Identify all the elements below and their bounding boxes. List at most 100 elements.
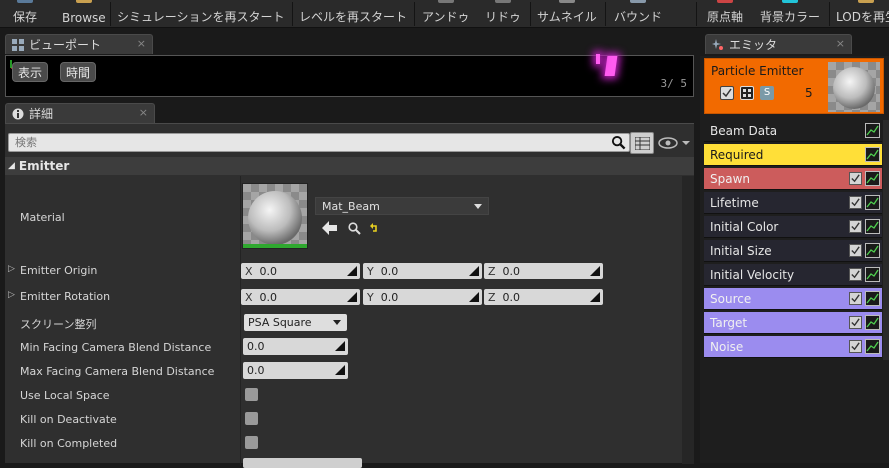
emitter-draw-mode-icon[interactable] — [740, 86, 754, 100]
module-enable-checkbox[interactable] — [849, 196, 862, 209]
resize-corner-icon — [590, 292, 600, 302]
tab-viewport-label: ビューポート — [29, 38, 102, 52]
undo-button[interactable]: アンドゥ — [422, 0, 470, 28]
kill-on-completed-label: Kill on Completed — [20, 437, 118, 450]
use-local-space-label: Use Local Space — [20, 389, 110, 402]
rotation-y-field[interactable]: Y 0.0 — [363, 289, 482, 305]
module-row[interactable]: Lifetime — [704, 192, 882, 214]
module-enable-checkbox[interactable] — [849, 244, 862, 257]
rotation-z-field[interactable]: Z 0.0 — [484, 289, 603, 305]
origin-z-field[interactable]: Z 0.0 — [484, 263, 603, 279]
kill-on-deactivate-label: Kill on Deactivate — [20, 413, 117, 426]
reset-default-icon[interactable] — [370, 223, 380, 233]
curve-editor-icon[interactable] — [865, 147, 880, 162]
curve-editor-icon[interactable] — [865, 339, 880, 354]
origin-x-field[interactable]: X 0.0 — [241, 263, 360, 279]
module-enable-checkbox[interactable] — [849, 292, 862, 305]
curve-editor-icon[interactable] — [865, 195, 880, 210]
curve-editor-icon[interactable] — [865, 243, 880, 258]
material-picker-dropdown[interactable]: Mat_Beam — [315, 197, 489, 215]
module-row[interactable]: Beam Data — [704, 120, 882, 142]
module-enable-checkbox[interactable] — [849, 340, 862, 353]
search-icon[interactable] — [611, 135, 626, 150]
curve-editor-icon[interactable] — [865, 267, 880, 282]
curve-editor-icon[interactable] — [865, 315, 880, 330]
property-matrix-button[interactable] — [630, 132, 654, 154]
next-field[interactable] — [243, 458, 362, 468]
emitter-card[interactable]: Particle Emitter S 5 — [704, 58, 884, 114]
play-lod-button[interactable]: LODを再生 — [836, 0, 889, 28]
thumbnail-button[interactable]: サムネイル — [537, 0, 597, 28]
background-color-label: 背景カラー — [760, 10, 821, 24]
scrollbar[interactable] — [883, 120, 889, 360]
module-enable-checkbox[interactable] — [849, 220, 862, 233]
eye-icon[interactable] — [658, 136, 692, 150]
module-row[interactable]: Initial Size — [704, 240, 882, 262]
module-row[interactable]: Spawn — [704, 168, 882, 190]
expand-arrow-icon[interactable]: ▷ — [8, 290, 15, 300]
max-facing-field[interactable]: 0.0 — [243, 362, 348, 379]
background-color-icon — [782, 0, 798, 3]
browse-button[interactable]: Browse — [62, 0, 106, 28]
module-label: Initial Size — [710, 243, 772, 258]
emitter-origin-text: Emitter Origin — [20, 264, 98, 277]
save-button[interactable]: 保存 — [13, 0, 37, 28]
search-input[interactable] — [9, 134, 629, 151]
origin-y-field[interactable]: Y 0.0 — [363, 263, 482, 279]
module-row[interactable]: Noise — [704, 336, 882, 358]
tab-details[interactable]: 詳細 × — [5, 103, 155, 123]
browse-search-icon[interactable] — [348, 222, 361, 235]
show-button[interactable]: 表示 — [12, 62, 49, 82]
resize-corner-icon — [347, 292, 357, 302]
column-divider[interactable] — [240, 176, 241, 466]
rotation-x-field[interactable]: X 0.0 — [241, 289, 360, 305]
kill-on-completed-checkbox[interactable] — [245, 436, 258, 449]
enable-checkbox[interactable] — [720, 86, 734, 100]
material-thumbnail[interactable] — [242, 183, 308, 249]
module-row[interactable]: Required — [704, 144, 882, 166]
module-enable-checkbox[interactable] — [849, 316, 862, 329]
lod-counter: 3/ 5 — [660, 77, 688, 90]
origin-z-value: 0.0 — [502, 264, 521, 278]
module-row[interactable]: Target — [704, 312, 882, 334]
background-color-button[interactable]: 背景カラー — [760, 0, 820, 28]
section-header-emitter[interactable]: ◢ Emitter — [5, 157, 694, 175]
module-enable-checkbox[interactable] — [849, 172, 862, 185]
emitter-origin-label[interactable]: ▷ Emitter Origin — [8, 264, 98, 277]
bounds-button[interactable]: バウンド — [614, 0, 662, 28]
use-local-space-checkbox[interactable] — [245, 388, 258, 401]
min-facing-field[interactable]: 0.0 — [243, 338, 348, 355]
module-row[interactable]: Source — [704, 288, 882, 310]
restart-sim-button[interactable]: シミュレーションを再スタート — [117, 0, 285, 28]
close-icon[interactable]: × — [836, 37, 845, 50]
solo-icon[interactable]: S — [760, 86, 774, 100]
scrollbar[interactable] — [682, 176, 694, 464]
redo-button[interactable]: リドゥ — [485, 0, 521, 28]
close-icon[interactable]: × — [139, 106, 148, 119]
restart-level-button[interactable]: レベルを再スタート — [299, 0, 407, 28]
module-enable-checkbox[interactable] — [849, 268, 862, 281]
module-row[interactable]: Initial Velocity — [704, 264, 882, 286]
expand-arrow-icon[interactable]: ▷ — [8, 264, 15, 274]
curve-editor-icon[interactable] — [865, 123, 880, 138]
curve-editor-icon[interactable] — [865, 219, 880, 234]
curve-editor-icon[interactable] — [865, 171, 880, 186]
tab-emitters[interactable]: エミッタ × — [705, 34, 852, 54]
curve-editor-icon[interactable] — [865, 291, 880, 306]
kill-on-deactivate-checkbox[interactable] — [245, 412, 258, 425]
module-label: Required — [710, 147, 764, 162]
screen-alignment-dropdown[interactable]: PSA Square — [244, 314, 347, 331]
origin-z-axis: Z — [488, 264, 496, 278]
redo-icon — [495, 0, 511, 3]
tab-viewport[interactable]: ビューポート × — [5, 34, 153, 54]
time-label: 時間 — [66, 65, 91, 80]
origin-axis-button[interactable]: 原点軸 — [707, 0, 743, 28]
emitter-rotation-label[interactable]: ▷ Emitter Rotation — [8, 290, 110, 303]
bounds-icon — [630, 0, 646, 3]
use-selected-arrow-icon[interactable] — [322, 221, 337, 235]
close-icon[interactable]: × — [137, 37, 146, 50]
time-button[interactable]: 時間 — [60, 62, 97, 82]
toolbar-divider — [414, 2, 415, 26]
viewport[interactable]: 表示 時間 3/ 5 — [5, 54, 694, 97]
module-row[interactable]: Initial Color — [704, 216, 882, 238]
